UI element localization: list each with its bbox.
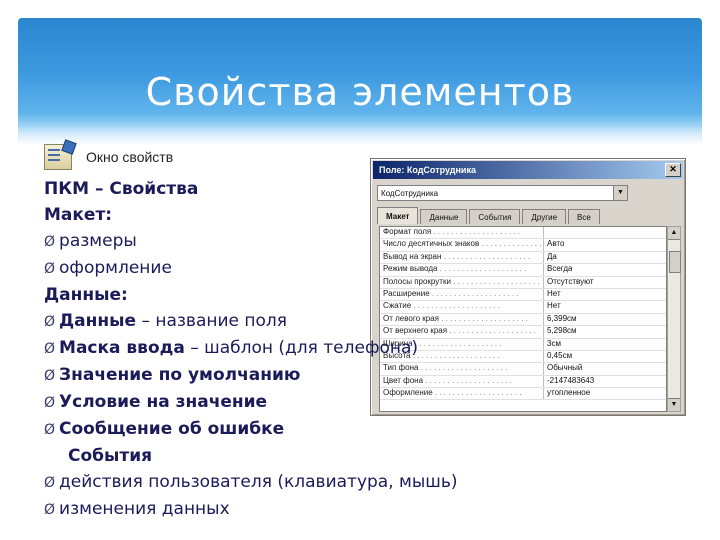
slide-title: Свойства элементов [145, 70, 575, 114]
bullet-item: Ø Сообщение об ошибке [44, 416, 684, 443]
bullet-bold-text: Данные [59, 311, 137, 331]
bullet-item: Øразмеры [44, 228, 684, 255]
bullet-bold-text: Значение по умолчанию [59, 365, 301, 385]
arrow-bullet-icon: Ø [44, 502, 56, 518]
bullet-text: ПКМ – Свойства [44, 179, 199, 199]
bullet-item: Ø Данные – название поля [44, 308, 684, 335]
slide-header: Свойства элементов [18, 18, 702, 144]
bullet-text: Макет: [44, 205, 113, 225]
bullet-text: Данные: [44, 285, 128, 305]
bullet-bold-text: Сообщение об ошибке [59, 419, 285, 439]
arrow-bullet-icon: Ø [44, 475, 56, 491]
arrow-bullet-icon: Ø [44, 261, 56, 277]
properties-window-icon [44, 144, 72, 170]
arrow-bullet-icon: Ø [44, 341, 56, 357]
bullet-list: ПКМ – Свойства Макет: Øразмеры Øоформление Д… [44, 176, 684, 523]
bullet-text: размеры [59, 231, 137, 251]
bullet-text: действия пользователя (клавиатура, мышь) [59, 472, 458, 492]
arrow-bullet-icon: Ø [44, 422, 56, 438]
arrow-bullet-icon: Ø [44, 314, 56, 330]
bullet-item: Макет: [44, 202, 684, 228]
dialog-title: Поле: КодСотрудника [379, 165, 476, 175]
bullet-text: – название поля [136, 311, 287, 331]
arrow-bullet-icon: Ø [44, 395, 56, 411]
bullet-text: События [68, 446, 153, 466]
bullet-item: Данные: [44, 282, 684, 308]
close-icon[interactable]: ✕ [665, 163, 681, 177]
properties-menu-item[interactable]: Окно свойств [44, 140, 244, 174]
bullet-item: Øдействия пользователя (клавиатура, мышь… [44, 469, 684, 496]
bullet-text: – шаблон (для телефона) [184, 338, 419, 358]
bullet-bold-text: Маска ввода [59, 338, 185, 358]
bullet-item: Øизменения данных [44, 496, 684, 523]
bullet-item: Ø Условие на значение [44, 389, 684, 416]
arrow-bullet-icon: Ø [44, 368, 56, 384]
bullet-text: оформление [59, 258, 172, 278]
bullet-text: изменения данных [59, 499, 230, 519]
bullet-item: Ø Значение по умолчанию [44, 362, 684, 389]
bullet-item: Øоформление [44, 255, 684, 282]
bullet-item: ПКМ – Свойства [44, 176, 684, 202]
bullet-item: События [44, 443, 684, 469]
arrow-bullet-icon: Ø [44, 234, 56, 250]
bullet-item: Ø Маска ввода – шаблон (для телефона) [44, 335, 684, 362]
bullet-bold-text: Условие на значение [59, 392, 268, 412]
properties-menu-label: Окно свойств [86, 149, 174, 165]
